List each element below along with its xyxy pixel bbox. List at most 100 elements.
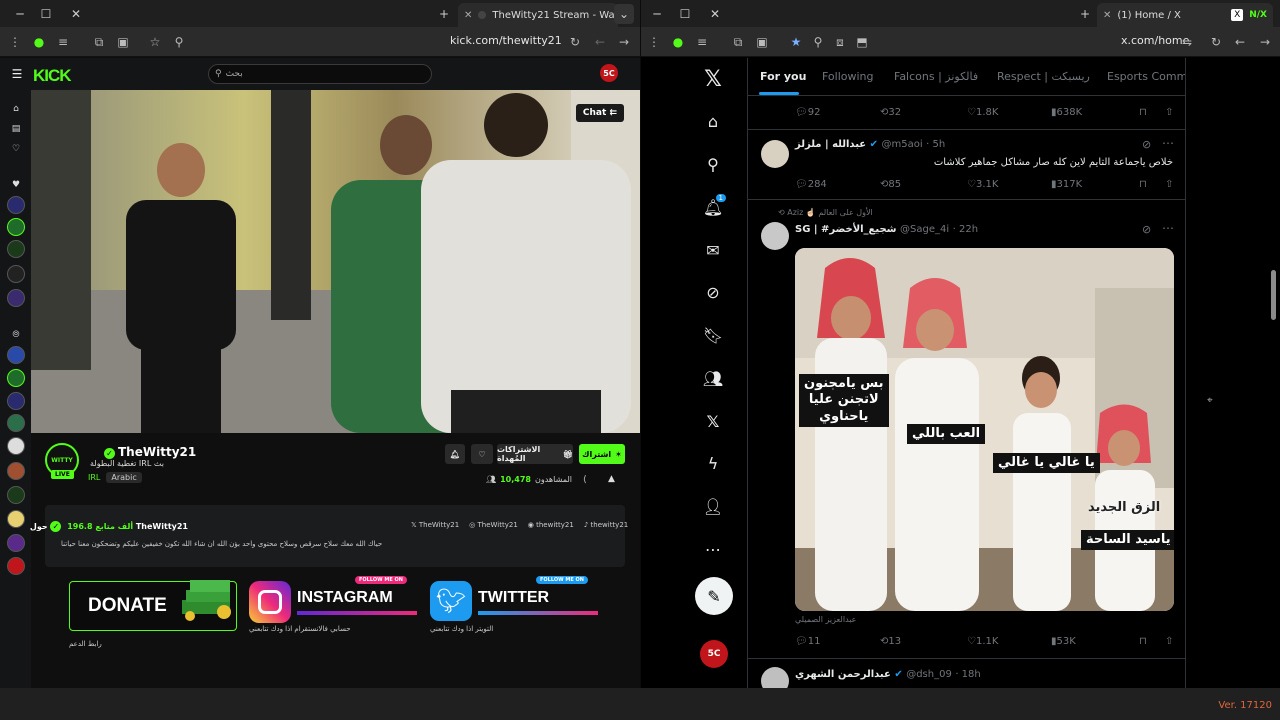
x-logo-icon[interactable]: 𝕏: [699, 65, 727, 93]
repost-context[interactable]: ⟲ Aziz ☝🏻 الأول على العالم: [778, 208, 873, 217]
repost-button[interactable]: ⟲ 13: [880, 636, 901, 647]
extensions-puzzle-icon[interactable]: ⧉: [729, 33, 747, 51]
reply-button[interactable]: 💬︎ 92: [795, 107, 820, 118]
channel-name[interactable]: ✓ TheWitty21: [104, 445, 196, 459]
channel-avatar[interactable]: [7, 240, 25, 258]
compose-post-button[interactable]: ✎: [695, 577, 733, 615]
donate-panel[interactable]: DONATE: [69, 580, 237, 631]
bookmarks-icon[interactable]: 🔖︎: [699, 321, 727, 349]
author-avatar[interactable]: [761, 140, 789, 168]
timeline-post[interactable]: 💬︎ 92 ⟲ 32 ♡ 1.8K ▮ 638K ⊓ ⇧: [748, 96, 1185, 130]
site-settings-icon[interactable]: ⇋: [1178, 33, 1196, 51]
kick-logo[interactable]: KICK: [33, 66, 72, 86]
close-window-icon[interactable]: ✕: [703, 0, 727, 27]
communities-icon[interactable]: 👥︎: [699, 364, 727, 392]
maximize-icon[interactable]: ☐: [673, 0, 697, 27]
profile-icon[interactable]: 👤︎: [699, 492, 727, 520]
bookmark-star-icon[interactable]: ☆: [146, 33, 164, 51]
explore-search-icon[interactable]: ⚲: [699, 150, 727, 178]
home-icon[interactable]: ⌂: [699, 107, 727, 135]
author-avatar[interactable]: [761, 667, 789, 688]
channel-avatar[interactable]: [7, 534, 25, 552]
channel-avatar[interactable]: [7, 557, 25, 575]
new-tab-icon[interactable]: +: [432, 0, 456, 27]
social-link-x[interactable]: 𝕏 TheWitty21: [411, 521, 459, 529]
channel-avatar[interactable]: [7, 369, 25, 387]
grok-post-icon[interactable]: ⊘: [1142, 223, 1151, 236]
hamburger-menu-icon[interactable]: ☰: [8, 65, 26, 83]
cast-icon[interactable]: ⬒: [853, 33, 871, 51]
minimize-icon[interactable]: ─: [645, 0, 669, 27]
video-player[interactable]: Chat ⇇: [31, 90, 640, 433]
account-avatar[interactable]: 5C: [700, 640, 728, 668]
instagram-panel[interactable]: FOLLOW ME ON INSTAGRAM: [249, 576, 419, 631]
author-name[interactable]: عبدالرحمن الشهري ✔ @dsh_09 · 18h: [795, 669, 981, 680]
reader-icon[interactable]: ▣: [114, 33, 132, 51]
verified-orgs-icon[interactable]: ϟ: [699, 449, 727, 477]
channel-avatar[interactable]: [7, 414, 25, 432]
zoom-icon[interactable]: ⚲: [170, 33, 188, 51]
channel-avatar[interactable]: [7, 346, 25, 364]
user-avatar[interactable]: 5C: [600, 64, 618, 82]
channel-avatar[interactable]: [7, 196, 25, 214]
reply-button[interactable]: 💬︎ 11: [795, 636, 820, 647]
category-link[interactable]: IRL: [88, 473, 100, 482]
repost-button[interactable]: ⟲ 32: [880, 107, 901, 118]
share-icon[interactable]: ⟨: [583, 475, 587, 485]
channel-avatar[interactable]: [7, 462, 25, 480]
playlist-icon[interactable]: ≡: [54, 33, 72, 51]
translate-icon[interactable]: ⧈: [831, 33, 849, 51]
post-more-icon[interactable]: ⋯: [1162, 136, 1174, 150]
page-scrollbar[interactable]: [1271, 270, 1276, 320]
channel-avatar[interactable]: [7, 510, 25, 528]
channel-avatar[interactable]: [7, 218, 25, 236]
bookmark-icon[interactable]: ⊓: [1139, 636, 1147, 647]
author-name[interactable]: عبدالله | ملزلز ✔ @m5aoi · 5h: [795, 139, 945, 150]
like-button[interactable]: ♡ 3.1K: [967, 179, 998, 190]
address-bar[interactable]: kick.com/thewitty21: [450, 34, 562, 47]
tab-menu-chevron-icon[interactable]: ⌄: [614, 4, 634, 24]
channel-avatar[interactable]: [7, 486, 25, 504]
post-media-image[interactable]: بس يامجنون لاتجنن عليا ياحناوي العب باللي …: [795, 248, 1174, 611]
chat-toggle-button[interactable]: Chat ⇇: [575, 104, 624, 122]
more-icon[interactable]: ⋮: [6, 33, 24, 51]
extension-icon[interactable]: ●: [30, 33, 48, 51]
social-link-tiktok[interactable]: ♪ thewitty21: [584, 521, 628, 529]
views-button[interactable]: ▮ 53K: [1051, 636, 1076, 647]
extension-icon[interactable]: ●: [669, 33, 687, 51]
back-icon[interactable]: ←: [1231, 33, 1249, 51]
author-avatar[interactable]: [761, 222, 789, 250]
views-button[interactable]: ▮ 317K: [1051, 179, 1082, 190]
tab-respect[interactable]: Respect | ريسبكت: [997, 70, 1090, 83]
close-tab-icon[interactable]: ✕: [1103, 10, 1111, 21]
unfollow-heart-button[interactable]: ♡: [471, 444, 493, 464]
more-icon[interactable]: ⋮: [645, 33, 663, 51]
close-tab-icon[interactable]: ✕: [464, 10, 472, 21]
gift-subs-button[interactable]: الاشتراكات المُهداة 🎁︎: [497, 444, 573, 464]
extensions-puzzle-icon[interactable]: ⧉: [90, 33, 108, 51]
tab-esports[interactable]: Esports Commu: [1107, 70, 1185, 83]
post-more-icon[interactable]: ⋯: [1162, 221, 1174, 235]
channel-avatar[interactable]: [7, 265, 25, 283]
following-heart-icon[interactable]: ♡: [7, 140, 25, 158]
social-link-instagram[interactable]: ◎ TheWitty21: [469, 521, 518, 529]
timeline-post[interactable]: عبدالرحمن الشهري ✔ @dsh_09 · 18h: [748, 659, 1185, 688]
back-icon[interactable]: ←: [591, 33, 609, 51]
twitter-panel[interactable]: 🐦︎ FOLLOW ME ON TWITTER: [430, 576, 604, 631]
tab-kick[interactable]: ✕ TheWitty21 Stream - Watch: [458, 3, 618, 27]
bookmark-icon[interactable]: ⊓: [1139, 179, 1147, 190]
subscribe-button[interactable]: اشتراك ✶: [579, 444, 625, 464]
playlist-icon[interactable]: ≡: [693, 33, 711, 51]
channel-avatar[interactable]: [7, 437, 25, 455]
grok-icon[interactable]: ⊘: [699, 278, 727, 306]
share-icon[interactable]: ⇧: [1165, 107, 1173, 118]
timeline-post[interactable]: عبدالله | ملزلز ✔ @m5aoi · 5h ⊘ ⋯ خلاص ي…: [748, 130, 1185, 200]
share-icon[interactable]: ⇧: [1165, 179, 1173, 190]
like-button[interactable]: ♡ 1.1K: [967, 636, 998, 647]
tab-following[interactable]: Following: [822, 70, 874, 83]
notifications-bell-icon[interactable]: 🔔︎ 1: [699, 193, 727, 221]
reload-icon[interactable]: ↻: [566, 33, 584, 51]
zoom-icon[interactable]: ⚲: [809, 33, 827, 51]
report-warning-icon[interactable]: ▲: [608, 474, 615, 484]
maximize-icon[interactable]: ☐: [34, 0, 58, 27]
